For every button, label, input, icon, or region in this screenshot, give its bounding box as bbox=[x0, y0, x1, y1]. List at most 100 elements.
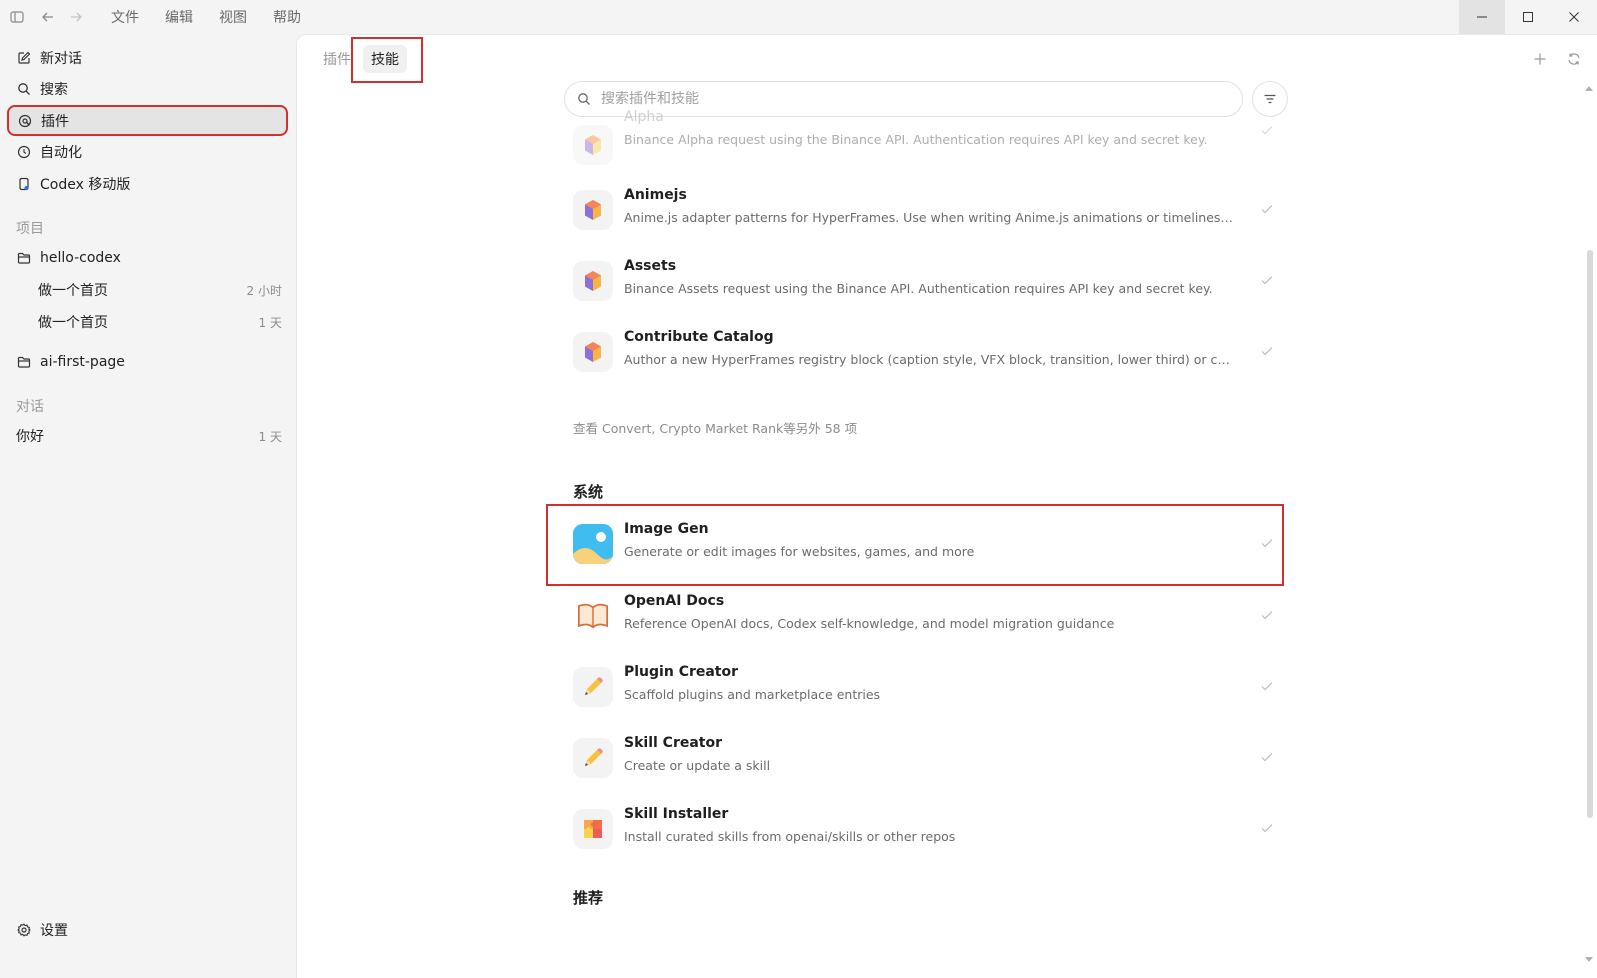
skill-desc: Create or update a skill bbox=[624, 758, 771, 773]
chat-time: 1 天 bbox=[258, 429, 282, 444]
search-icon bbox=[16, 81, 32, 97]
skill-row-animejs[interactable]: Animejs Anime.js adapter patterns for Hy… bbox=[573, 180, 1288, 240]
skill-row-openai-docs[interactable]: OpenAI Docs Reference OpenAI docs, Codex… bbox=[573, 586, 1288, 646]
skill-title: Animejs bbox=[624, 187, 687, 203]
thread-time: 1 天 bbox=[258, 315, 282, 330]
sidebar-item-automation[interactable]: 自动化 bbox=[8, 137, 290, 167]
gear-icon bbox=[16, 922, 32, 938]
close-icon[interactable] bbox=[1551, 0, 1597, 34]
folder-icon bbox=[16, 354, 32, 370]
skill-row-contribute-catalog[interactable]: Contribute Catalog Author a new HyperFra… bbox=[573, 322, 1288, 382]
check-icon bbox=[1261, 753, 1273, 762]
check-icon bbox=[1261, 276, 1273, 285]
project-hello-codex[interactable]: hello-codex bbox=[8, 243, 290, 273]
scroll-down-icon[interactable] bbox=[1585, 957, 1593, 963]
skill-row-alpha[interactable]: Alpha Binance Alpha request using the Bi… bbox=[573, 109, 1288, 175]
menu-edit[interactable]: 编辑 bbox=[152, 7, 206, 27]
sidebar-item-plugins[interactable]: 插件 bbox=[7, 105, 288, 136]
scrollbar-thumb[interactable] bbox=[1587, 250, 1593, 818]
skill-desc: Binance Assets request using the Binance… bbox=[624, 281, 1213, 296]
search-input[interactable] bbox=[601, 91, 1242, 107]
top-actions bbox=[1523, 47, 1591, 71]
menu-file[interactable]: 文件 bbox=[98, 7, 152, 27]
skill-title: Skill Creator bbox=[624, 735, 722, 751]
show-more-link[interactable]: 查看 Convert, Crypto Market Rank等另外 58 项 bbox=[573, 418, 857, 437]
forward-arrow-icon[interactable] bbox=[62, 0, 90, 34]
plugin-icon bbox=[17, 113, 33, 129]
refresh-icon[interactable] bbox=[1557, 47, 1591, 71]
chat-item[interactable]: 你好 1 天 bbox=[8, 421, 290, 451]
maximize-icon[interactable] bbox=[1505, 0, 1551, 34]
sidebar-item-label: 搜索 bbox=[40, 82, 68, 98]
chat-label: 你好 bbox=[16, 429, 44, 445]
filter-button[interactable] bbox=[1252, 81, 1288, 117]
menu-help[interactable]: 帮助 bbox=[260, 7, 314, 27]
skill-desc: Binance Alpha request using the Binance … bbox=[624, 132, 1208, 147]
skill-row-skill-installer[interactable]: Skill Installer Install curated skills f… bbox=[573, 799, 1288, 859]
main-panel: 插件 技能 Alpha Binance Alpha request using … bbox=[296, 34, 1597, 978]
puzzle-icon bbox=[573, 809, 613, 849]
check-icon bbox=[1261, 126, 1273, 135]
check-icon bbox=[1261, 205, 1273, 214]
search-bar bbox=[564, 81, 1243, 117]
sidebar-toggle-icon[interactable] bbox=[0, 0, 34, 34]
title-bar: 文件 编辑 视图 帮助 bbox=[0, 0, 1597, 34]
settings-label: 设置 bbox=[40, 923, 68, 939]
sidebar-item-label: 自动化 bbox=[40, 145, 82, 161]
skill-title: Alpha bbox=[624, 109, 664, 125]
skill-row-plugin-creator[interactable]: Plugin Creator Scaffold plugins and mark… bbox=[573, 657, 1288, 717]
project-name: ai-first-page bbox=[40, 354, 125, 370]
skill-title: Skill Installer bbox=[624, 806, 729, 822]
skill-desc: Author a new HyperFrames registry block … bbox=[624, 352, 1234, 367]
filter-icon bbox=[1264, 94, 1276, 104]
thread-item[interactable]: 做一个首页 2 小时 bbox=[8, 275, 290, 305]
check-icon bbox=[1261, 611, 1273, 620]
recommended-heading: 推荐 bbox=[573, 889, 604, 907]
thread-item[interactable]: 做一个首页 1 天 bbox=[8, 307, 290, 337]
hexagon-icon bbox=[573, 332, 613, 372]
sidebar-item-mobile[interactable]: Codex 移动版 bbox=[8, 169, 290, 199]
scroll-up-icon[interactable] bbox=[1585, 85, 1593, 91]
skill-row-assets[interactable]: Assets Binance Assets request using the … bbox=[573, 251, 1288, 311]
check-icon bbox=[1261, 824, 1273, 833]
compose-icon bbox=[16, 50, 32, 66]
menu-bar: 文件 编辑 视图 帮助 bbox=[98, 7, 314, 27]
skill-title: Assets bbox=[624, 258, 677, 274]
system-heading: 系统 bbox=[573, 483, 604, 501]
hexagon-icon bbox=[573, 190, 613, 230]
check-icon bbox=[1261, 682, 1273, 691]
back-arrow-icon[interactable] bbox=[34, 0, 62, 34]
sidebar-item-label: Codex 移动版 bbox=[40, 177, 131, 193]
clock-icon bbox=[16, 144, 32, 160]
sidebar-item-label: 新对话 bbox=[40, 51, 82, 67]
skill-desc: Scaffold plugins and marketplace entries bbox=[624, 687, 881, 702]
search-icon bbox=[577, 91, 593, 107]
skill-desc: Anime.js adapter patterns for HyperFrame… bbox=[624, 210, 1234, 225]
sidebar-item-new-chat[interactable]: 新对话 bbox=[8, 43, 290, 73]
thread-label: 做一个首页 bbox=[38, 315, 108, 331]
project-ai-first-page[interactable]: ai-first-page bbox=[8, 347, 290, 377]
minimize-icon[interactable] bbox=[1459, 0, 1505, 34]
menu-view[interactable]: 视图 bbox=[206, 7, 260, 27]
add-icon[interactable] bbox=[1523, 47, 1557, 71]
image-gen-highlight-box bbox=[546, 504, 1284, 586]
projects-heading: 项目 bbox=[16, 221, 44, 237]
skill-desc: Reference OpenAI docs, Codex self-knowle… bbox=[624, 616, 1115, 631]
sidebar-item-search[interactable]: 搜索 bbox=[8, 74, 290, 104]
skill-title: Plugin Creator bbox=[624, 664, 739, 680]
tab-highlight-box bbox=[351, 37, 423, 83]
pencil-icon bbox=[573, 738, 613, 778]
pencil-icon bbox=[573, 667, 613, 707]
book-icon bbox=[573, 596, 613, 636]
settings-button[interactable]: 设置 bbox=[8, 915, 68, 945]
skill-row-skill-creator[interactable]: Skill Creator Create or update a skill bbox=[573, 728, 1288, 788]
folder-icon bbox=[16, 250, 32, 266]
check-icon bbox=[1261, 347, 1273, 356]
chats-heading: 对话 bbox=[16, 399, 44, 415]
sidebar: 新对话 搜索 插件 自动化 Codex 移动版 项目 hello-codex 做… bbox=[0, 34, 296, 978]
skill-desc: Install curated skills from openai/skill… bbox=[624, 829, 956, 844]
mobile-icon bbox=[16, 176, 32, 192]
thread-label: 做一个首页 bbox=[38, 283, 108, 299]
thread-time: 2 小时 bbox=[246, 283, 282, 298]
skill-title: OpenAI Docs bbox=[624, 593, 725, 609]
